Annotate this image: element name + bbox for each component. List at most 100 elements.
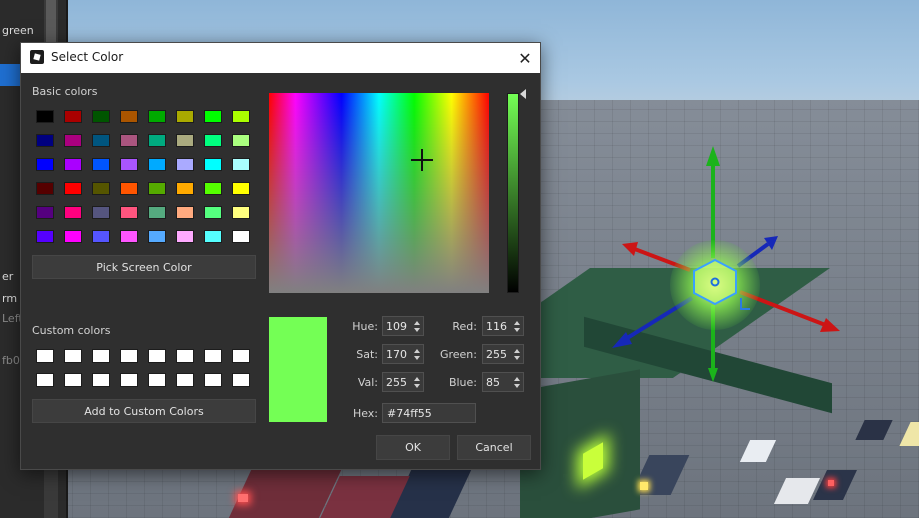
val-increment-icon[interactable] <box>414 377 420 381</box>
basic-color-swatch[interactable] <box>176 182 194 195</box>
pick-screen-color-button[interactable]: Pick Screen Color <box>32 255 256 279</box>
basic-color-swatch[interactable] <box>232 110 250 123</box>
basic-color-swatch[interactable] <box>176 158 194 171</box>
hue-decrement-icon[interactable] <box>414 328 420 332</box>
basic-color-swatch[interactable] <box>204 134 222 147</box>
basic-color-swatch[interactable] <box>92 110 110 123</box>
selected-part-hexagon[interactable] <box>692 258 738 306</box>
blue-increment-icon[interactable] <box>514 377 520 381</box>
ok-button[interactable]: OK <box>376 435 450 460</box>
custom-color-swatch[interactable] <box>232 373 250 387</box>
basic-color-swatch[interactable] <box>64 134 82 147</box>
value-slider-handle[interactable] <box>520 89 526 99</box>
red-increment-icon[interactable] <box>514 321 520 325</box>
basic-color-swatch[interactable] <box>120 230 138 243</box>
panel-row[interactable]: green <box>0 20 60 42</box>
basic-color-swatch[interactable] <box>232 230 250 243</box>
red-decrement-icon[interactable] <box>514 328 520 332</box>
custom-color-swatch[interactable] <box>36 373 54 387</box>
basic-color-swatch[interactable] <box>176 230 194 243</box>
basic-color-swatch[interactable] <box>148 134 166 147</box>
add-to-custom-colors-button[interactable]: Add to Custom Colors <box>32 399 256 423</box>
basic-color-swatch[interactable] <box>92 134 110 147</box>
basic-color-swatch[interactable] <box>92 230 110 243</box>
red-input[interactable] <box>483 317 514 335</box>
basic-color-swatch[interactable] <box>176 110 194 123</box>
basic-color-swatch[interactable] <box>92 206 110 219</box>
basic-color-swatch[interactable] <box>148 110 166 123</box>
basic-color-swatch[interactable] <box>148 230 166 243</box>
basic-color-swatch[interactable] <box>176 134 194 147</box>
basic-color-swatch[interactable] <box>92 158 110 171</box>
custom-color-swatch[interactable] <box>92 373 110 387</box>
custom-color-swatch[interactable] <box>176 373 194 387</box>
basic-color-swatch[interactable] <box>120 182 138 195</box>
sat-input[interactable] <box>383 345 414 363</box>
custom-color-swatch[interactable] <box>148 349 166 363</box>
basic-color-swatch[interactable] <box>120 134 138 147</box>
basic-color-swatch[interactable] <box>64 158 82 171</box>
basic-color-swatch[interactable] <box>176 206 194 219</box>
basic-color-swatch[interactable] <box>204 158 222 171</box>
val-input[interactable] <box>383 373 414 391</box>
basic-color-swatch[interactable] <box>148 182 166 195</box>
green-decrement-icon[interactable] <box>514 356 520 360</box>
basic-color-swatch[interactable] <box>204 230 222 243</box>
custom-color-swatch[interactable] <box>232 349 250 363</box>
basic-color-swatch[interactable] <box>120 110 138 123</box>
basic-color-swatch[interactable] <box>120 158 138 171</box>
hue-label: Hue: <box>352 320 378 333</box>
value-slider[interactable] <box>507 93 519 293</box>
basic-color-swatch[interactable] <box>92 182 110 195</box>
basic-color-swatch[interactable] <box>64 230 82 243</box>
sat-increment-icon[interactable] <box>414 349 420 353</box>
custom-color-swatch[interactable] <box>204 373 222 387</box>
move-gizmo[interactable] <box>600 130 860 390</box>
basic-color-swatch[interactable] <box>232 182 250 195</box>
custom-color-swatch[interactable] <box>176 349 194 363</box>
custom-color-swatch[interactable] <box>148 373 166 387</box>
hex-label: Hex: <box>352 407 378 420</box>
hue-input[interactable] <box>383 317 414 335</box>
basic-color-swatch[interactable] <box>232 206 250 219</box>
basic-color-swatch[interactable] <box>204 110 222 123</box>
basic-color-swatch[interactable] <box>64 182 82 195</box>
basic-color-swatch[interactable] <box>64 206 82 219</box>
basic-color-swatch[interactable] <box>232 158 250 171</box>
hue-increment-icon[interactable] <box>414 321 420 325</box>
basic-color-swatch[interactable] <box>148 158 166 171</box>
basic-color-swatch[interactable] <box>36 158 54 171</box>
basic-color-swatch[interactable] <box>64 110 82 123</box>
basic-color-swatch[interactable] <box>120 206 138 219</box>
basic-color-swatch[interactable] <box>204 182 222 195</box>
cancel-button[interactable]: Cancel <box>457 435 531 460</box>
dialog-titlebar[interactable]: Select Color ✕ <box>21 43 540 73</box>
blue-decrement-icon[interactable] <box>514 384 520 388</box>
val-decrement-icon[interactable] <box>414 384 420 388</box>
custom-color-swatch[interactable] <box>120 373 138 387</box>
custom-color-swatch[interactable] <box>36 349 54 363</box>
custom-color-swatch[interactable] <box>64 373 82 387</box>
basic-color-swatch[interactable] <box>36 182 54 195</box>
basic-color-swatch[interactable] <box>148 206 166 219</box>
basic-color-swatch[interactable] <box>232 134 250 147</box>
sat-label: Sat: <box>356 348 378 361</box>
val-label: Val: <box>357 376 378 389</box>
green-input[interactable] <box>483 345 514 363</box>
hue-saturation-picker[interactable] <box>269 93 489 293</box>
close-button[interactable]: ✕ <box>510 43 540 73</box>
hex-input[interactable] <box>382 403 476 423</box>
basic-color-swatch[interactable] <box>204 206 222 219</box>
custom-color-swatch[interactable] <box>120 349 138 363</box>
sat-decrement-icon[interactable] <box>414 356 420 360</box>
sat-spinbox <box>382 344 424 364</box>
basic-color-swatch[interactable] <box>36 206 54 219</box>
custom-color-swatch[interactable] <box>204 349 222 363</box>
blue-input[interactable] <box>483 373 514 391</box>
custom-color-swatch[interactable] <box>64 349 82 363</box>
basic-color-swatch[interactable] <box>36 110 54 123</box>
green-increment-icon[interactable] <box>514 349 520 353</box>
basic-color-swatch[interactable] <box>36 134 54 147</box>
custom-color-swatch[interactable] <box>92 349 110 363</box>
basic-color-swatch[interactable] <box>36 230 54 243</box>
